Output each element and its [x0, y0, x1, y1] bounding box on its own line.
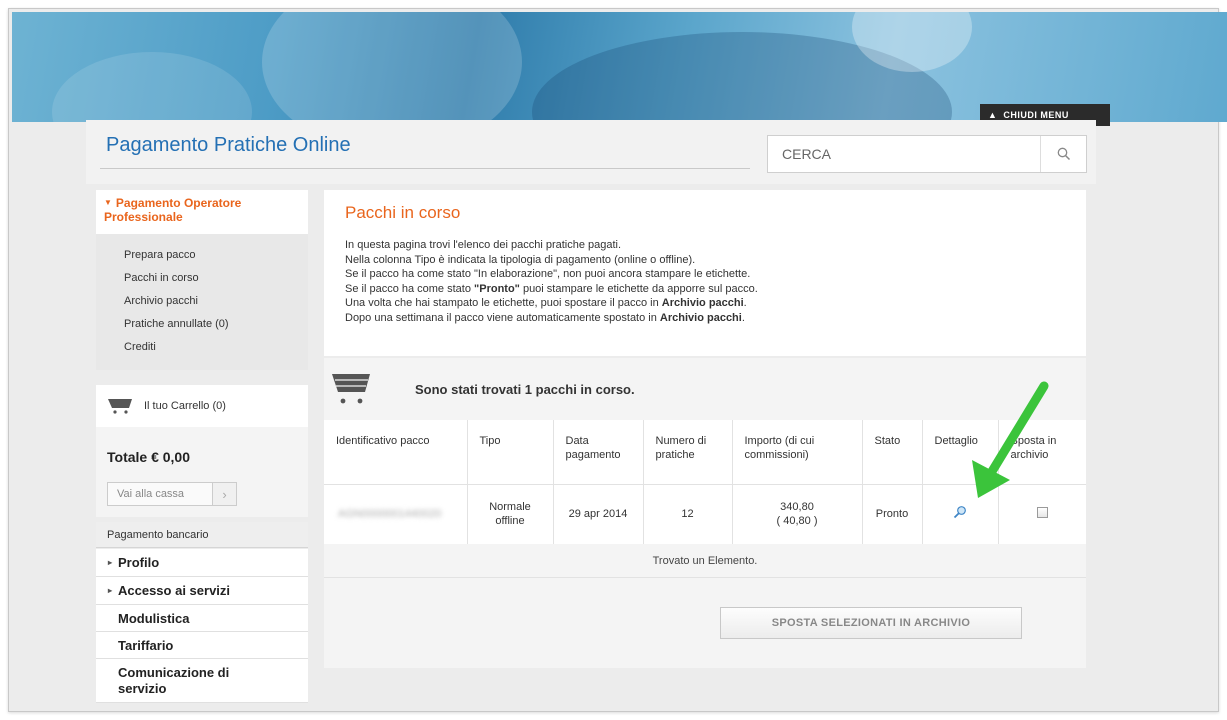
- intro-line: Dopo una settimana il pacco viene automa…: [345, 311, 745, 324]
- col-header-importo: Importo (di cui commissioni): [732, 420, 863, 485]
- section-heading: Pacchi in corso: [345, 203, 461, 222]
- col-header-stato: Stato: [862, 420, 923, 485]
- intro-text: In questa pagina trovi l'elenco dei pacc…: [345, 238, 758, 325]
- search-icon: [1057, 147, 1070, 161]
- cell-dettaglio: [922, 484, 999, 545]
- menu-item-profilo[interactable]: ▸ Profilo: [96, 549, 308, 577]
- cell-tipo: Normale offline: [467, 484, 554, 545]
- cell-numero: 12: [643, 484, 733, 545]
- menu-item-label: Comunicazione di servizio: [118, 664, 230, 696]
- intro-line: Se il pacco ha come stato "In elaborazio…: [345, 268, 751, 280]
- table-row: AGN0000001440020 Normale offline 29 apr …: [324, 484, 1086, 545]
- move-to-archive-checkbox[interactable]: [1036, 506, 1048, 518]
- menu-item-accesso-servizi[interactable]: ▸ Accesso ai servizi: [96, 577, 308, 605]
- intro-line: Se il pacco ha come stato "Pronto" puoi …: [345, 282, 758, 295]
- cell-stato: Pronto: [862, 484, 923, 545]
- title-divider: [100, 168, 750, 169]
- caret-right-icon: ▸: [108, 558, 113, 567]
- menu-item-modulistica[interactable]: Modulistica: [96, 605, 308, 632]
- cell-id: AGN0000001440020: [324, 484, 468, 545]
- sidebar-item-archivio-pacchi[interactable]: Archivio pacchi: [124, 295, 198, 307]
- col-header-id: Identificativo pacco: [324, 420, 468, 485]
- menu-item-tariffario[interactable]: Tariffario: [96, 632, 308, 659]
- intro-line: Nella colonna Tipo è indicata la tipolog…: [345, 253, 696, 266]
- caret-down-icon: ▼: [104, 198, 112, 207]
- cell-sposta: [998, 484, 1086, 545]
- cart-total: Totale € 0,00: [107, 449, 191, 465]
- found-count: Trovato un Elemento.: [324, 544, 1086, 578]
- search-button[interactable]: [1040, 136, 1086, 172]
- intro-line: Una volta che hai stampato le etichette,…: [345, 297, 747, 309]
- cell-importo-value: 340,80: [780, 501, 814, 513]
- menu-item-label: Profilo: [118, 555, 160, 570]
- table-header-row: Identificativo pacco Tipo Data pagamento…: [324, 420, 1086, 485]
- magnifier-icon[interactable]: [953, 505, 967, 519]
- close-menu-label: CHIUDI MENU: [1003, 110, 1069, 120]
- caret-right-icon: ▸: [108, 586, 113, 595]
- page-title: Pagamento Pratiche Online: [106, 134, 351, 156]
- menu-item-comunicazione[interactable]: Comunicazione di servizio: [96, 659, 308, 703]
- menu-item-label: Modulistica: [118, 610, 190, 626]
- cart-icon: [108, 399, 132, 414]
- sidebar-item-prepara-pacco[interactable]: Prepara pacco: [124, 249, 196, 261]
- checkout-button[interactable]: Vai alla cassa ›: [107, 482, 237, 506]
- search-box: [767, 135, 1087, 173]
- cart-icon: [332, 374, 370, 404]
- col-header-tipo: Tipo: [467, 420, 554, 485]
- col-header-data: Data pagamento: [553, 420, 644, 485]
- move-to-archive-button[interactable]: SPOSTA SELEZIONATI IN ARCHIVIO: [720, 607, 1022, 639]
- cell-data: 29 apr 2014: [553, 484, 644, 545]
- col-header-sposta: Sposta in archivio: [998, 420, 1086, 485]
- bank-payment-link[interactable]: Pagamento bancario: [96, 522, 308, 548]
- col-header-dettaglio: Dettaglio: [922, 420, 999, 485]
- cart-header[interactable]: Il tuo Carrello (0): [96, 385, 308, 427]
- sidebar-section-label: Pagamento Operatore Professionale: [104, 196, 242, 224]
- menu-item-label: Accesso ai servizi: [118, 583, 231, 598]
- chevron-right-icon: ›: [212, 483, 236, 505]
- sidebar-item-pratiche-annullate[interactable]: Pratiche annullate (0): [124, 318, 229, 330]
- checkout-label: Vai alla cassa: [117, 488, 185, 500]
- intro-line: In questa pagina trovi l'elenco dei pacc…: [345, 239, 622, 251]
- sidebar-item-pacchi-in-corso[interactable]: Pacchi in corso: [124, 272, 199, 284]
- cart-label: Il tuo Carrello (0): [144, 400, 226, 412]
- chevron-up-icon: ▲: [988, 110, 998, 120]
- sidebar-item-crediti[interactable]: Crediti: [124, 341, 156, 353]
- packages-table: Identificativo pacco Tipo Data pagamento…: [324, 420, 1086, 545]
- col-header-numero: Numero di pratiche: [643, 420, 733, 485]
- cell-commissioni-value: ( 40,80 ): [776, 515, 818, 527]
- menu-item-label: Tariffario: [118, 637, 174, 653]
- cell-importo: 340,80 ( 40,80 ): [732, 484, 863, 545]
- results-count: Sono stati trovati 1 pacchi in corso.: [415, 382, 635, 397]
- search-input[interactable]: [768, 136, 1040, 172]
- sidebar-section-pagamento-operatore[interactable]: ▼ Pagamento Operatore Professionale: [96, 190, 308, 234]
